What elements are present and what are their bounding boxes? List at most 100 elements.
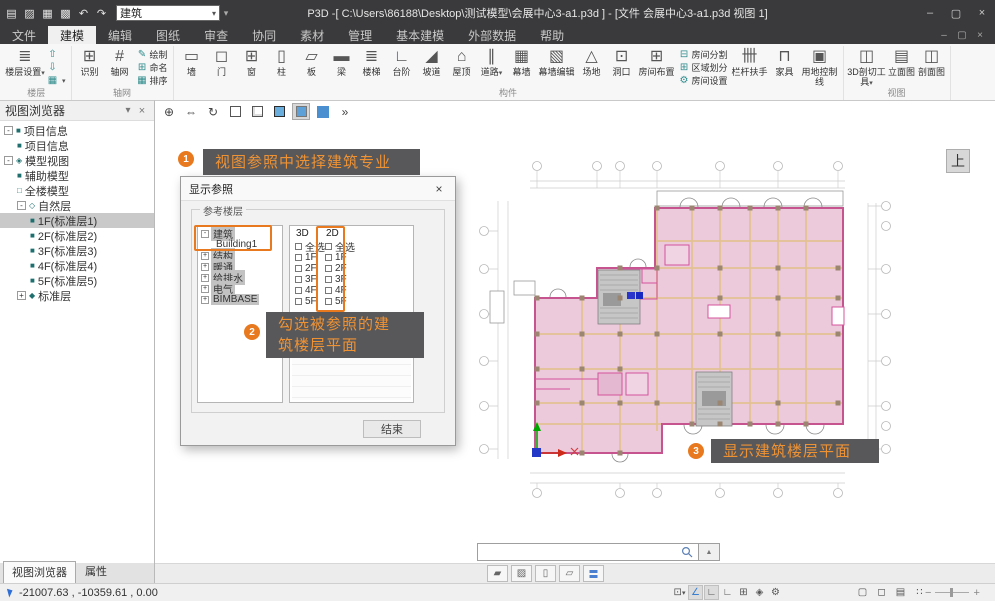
match-lines-tool-icon[interactable]: 〓 bbox=[583, 565, 604, 582]
ribbon-button[interactable]: ▭ 墙 bbox=[177, 47, 207, 78]
view-cube-icon[interactable]: ◈ bbox=[752, 585, 767, 600]
object-snap-icon[interactable]: ⊡▾ bbox=[672, 585, 687, 600]
ribbon-small-button[interactable]: ⊞ 区域划分 bbox=[679, 61, 728, 74]
ribbon-button[interactable]: △ 场地 bbox=[577, 47, 607, 78]
ribbon-button[interactable]: 卌 栏杆扶手 bbox=[730, 47, 770, 88]
dialog-close-icon[interactable]: × bbox=[431, 182, 447, 196]
hidden-line-view-icon[interactable] bbox=[248, 103, 266, 120]
zoom-slider-thumb[interactable] bbox=[950, 588, 953, 597]
floor-checkbox-row[interactable]: 5F bbox=[295, 296, 325, 307]
ribbon-button[interactable]: ≣ 楼梯 bbox=[357, 47, 387, 78]
menu-item[interactable]: 文件 bbox=[0, 26, 48, 44]
tree-item[interactable]: - ■ 项目信息 bbox=[0, 123, 154, 138]
drafting-settings-icon[interactable]: ⚙ bbox=[768, 585, 783, 600]
ribbon-small-button[interactable]: ⇩ bbox=[47, 61, 66, 74]
discipline-tree-item[interactable]: - 建筑 bbox=[198, 228, 282, 239]
zoom-slider[interactable] bbox=[935, 592, 969, 593]
ribbon-button[interactable]: ◢ 坡道 bbox=[417, 47, 447, 78]
checkbox[interactable] bbox=[325, 276, 332, 283]
ribbon-button[interactable]: ⊓ 家具 bbox=[770, 47, 800, 88]
zoom-extents-icon[interactable]: ⊕ bbox=[160, 103, 178, 120]
menu-item[interactable]: 帮助 bbox=[528, 26, 576, 44]
menu-item[interactable]: 建模 bbox=[48, 26, 96, 44]
menu-item[interactable]: 协同 bbox=[240, 26, 288, 44]
tree-item[interactable]: ■ 辅助模型 bbox=[0, 168, 154, 183]
more-view-modes-icon[interactable]: » bbox=[336, 103, 354, 120]
menu-item[interactable]: 审查 bbox=[192, 26, 240, 44]
brush-tool-icon[interactable]: ▨ bbox=[511, 565, 532, 582]
tree-expander-icon[interactable]: - bbox=[4, 156, 13, 165]
checkbox[interactable] bbox=[295, 298, 302, 305]
single-window-icon[interactable]: ◻ bbox=[874, 585, 889, 600]
panel-tab[interactable]: 视图浏览器 bbox=[3, 561, 76, 583]
wireframe-view-icon[interactable] bbox=[226, 103, 244, 120]
ribbon-button[interactable]: ◫ 3D剖切工具▾ bbox=[847, 47, 887, 88]
tree-item[interactable]: - ◈ 模型视图 bbox=[0, 153, 154, 168]
save-icon[interactable]: ▦ bbox=[39, 5, 56, 21]
tree-expander-icon[interactable]: + bbox=[201, 252, 209, 260]
ribbon-small-button[interactable]: ⇧ bbox=[47, 48, 66, 61]
floor-checkbox-row[interactable]: 4F bbox=[295, 285, 325, 296]
cascade-windows-icon[interactable]: ▤ bbox=[893, 585, 908, 600]
redo-icon[interactable]: ↷ bbox=[93, 5, 110, 21]
tree-expander-icon[interactable]: + bbox=[201, 296, 209, 304]
tree-item[interactable]: ■ 项目信息 bbox=[0, 138, 154, 153]
floor-checkbox-row[interactable]: 5F bbox=[325, 296, 355, 307]
checkbox[interactable] bbox=[295, 243, 302, 250]
ribbon-button[interactable]: ⊞ 房间布置 bbox=[637, 47, 677, 78]
tree-expander-icon[interactable]: + bbox=[17, 291, 26, 300]
panel-close-icon[interactable]: × bbox=[135, 105, 149, 117]
shaded-edges-view-icon[interactable] bbox=[270, 103, 288, 120]
tree-item[interactable]: ■ 4F(标准层4) bbox=[0, 258, 154, 273]
mdi-restore-button[interactable]: ▢ bbox=[953, 30, 971, 41]
tree-expander-icon[interactable]: - bbox=[4, 126, 13, 135]
ribbon-button[interactable]: ⊞ 识别 bbox=[75, 47, 105, 77]
discipline-tree-item[interactable]: + BIMBASE bbox=[198, 294, 282, 305]
ribbon-button[interactable]: ⊡ 洞口 bbox=[607, 47, 637, 78]
mdi-minimize-button[interactable]: – bbox=[935, 30, 953, 41]
undo-icon[interactable]: ↶ bbox=[75, 5, 92, 21]
menu-item[interactable]: 图纸 bbox=[144, 26, 192, 44]
menu-item[interactable]: 外部数据 bbox=[456, 26, 528, 44]
minimize-button[interactable]: – bbox=[917, 2, 943, 24]
tree-item[interactable]: ■ 3F(标准层3) bbox=[0, 243, 154, 258]
erase-tool-icon[interactable]: ▰ bbox=[487, 565, 508, 582]
realistic-view-icon[interactable] bbox=[314, 103, 332, 120]
ribbon-button[interactable]: # 轴网 bbox=[105, 47, 135, 77]
new-window-icon[interactable]: ▢ bbox=[855, 585, 870, 600]
floor-checkbox-row[interactable]: 2F bbox=[295, 263, 325, 274]
floor-checkbox-row[interactable]: 3F bbox=[295, 274, 325, 285]
ribbon-button[interactable]: ▬ 梁 bbox=[327, 47, 357, 78]
checkbox[interactable] bbox=[325, 254, 332, 261]
ribbon-small-button[interactable]: ⊞ 命名 bbox=[137, 61, 168, 74]
command-input[interactable] bbox=[477, 543, 699, 561]
ribbon-button[interactable]: ◫ 剖面图 bbox=[917, 47, 947, 88]
ribbon-button[interactable]: ⊞ 窗 bbox=[237, 47, 267, 78]
panel-collapse-icon[interactable]: ▾ bbox=[121, 105, 135, 116]
panel-tab[interactable]: 属性 bbox=[76, 560, 116, 583]
checkbox[interactable] bbox=[325, 243, 332, 250]
menu-item[interactable]: 素材 bbox=[288, 26, 336, 44]
ortho-icon[interactable]: ∟ bbox=[720, 585, 735, 600]
tree-expander-icon[interactable]: + bbox=[201, 285, 209, 293]
tree-item[interactable]: □ 全楼模型 bbox=[0, 183, 154, 198]
tree-item[interactable]: ■ 2F(标准层2) bbox=[0, 228, 154, 243]
tree-expander-icon[interactable]: - bbox=[17, 201, 26, 210]
tree-item[interactable]: + ◆ 标准层 bbox=[0, 288, 154, 303]
restore-button[interactable]: ▢ bbox=[943, 2, 969, 24]
tree-expander-icon[interactable]: + bbox=[201, 263, 209, 271]
ribbon-button[interactable]: ▦ 幕墙 bbox=[507, 47, 537, 78]
ribbon-button[interactable]: ▱ 板 bbox=[297, 47, 327, 78]
checkbox[interactable] bbox=[325, 287, 332, 294]
column-tool-icon[interactable]: ▯ bbox=[535, 565, 556, 582]
ribbon-button[interactable]: ▤ 立面图 bbox=[887, 47, 917, 88]
orbit-icon[interactable]: ↻ bbox=[204, 103, 222, 120]
tree-expander-icon[interactable]: - bbox=[201, 230, 209, 238]
floor-checkbox-row[interactable]: 全选 bbox=[325, 241, 355, 252]
ribbon-small-button[interactable]: ✎ 绘制 bbox=[137, 48, 168, 61]
ribbon-button[interactable]: ▯ 柱 bbox=[267, 47, 297, 78]
polar-track-icon[interactable]: ∠ bbox=[688, 585, 703, 600]
grid-display-icon[interactable]: ⊞ bbox=[736, 585, 751, 600]
ribbon-button[interactable]: ≣ 楼层设置▾ bbox=[5, 47, 45, 78]
save-all-icon[interactable]: ▩ bbox=[57, 5, 74, 21]
